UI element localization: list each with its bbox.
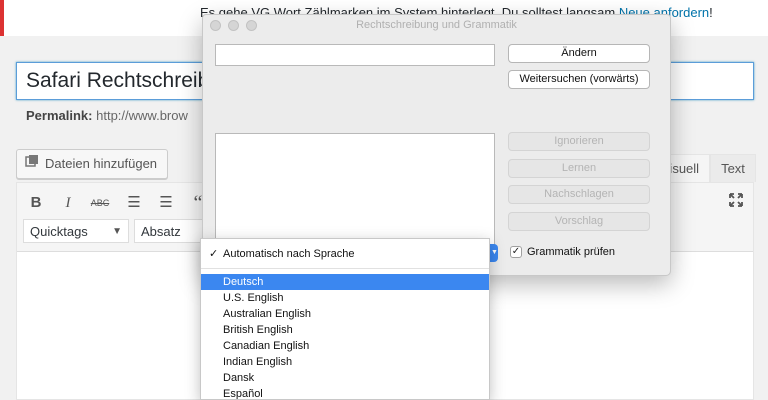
find-next-button[interactable]: Weitersuchen (vorwärts) <box>508 70 650 89</box>
panel-title: Rechtschreibung und Grammatik <box>356 19 517 31</box>
menu-item-automatic[interactable]: ✓ Automatisch nach Sprache <box>201 246 489 262</box>
permalink-label: Permalink: <box>26 108 93 123</box>
add-media-button[interactable]: Dateien hinzufügen <box>16 149 169 179</box>
checkmark-icon: ✓ <box>209 248 219 260</box>
menu-item-australian-english[interactable]: Australian English <box>201 306 489 322</box>
menu-item-indian-english[interactable]: Indian English <box>201 354 489 370</box>
change-button[interactable]: Ändern <box>508 44 650 63</box>
grammar-checkbox[interactable]: ✓ Grammatik prüfen <box>510 246 615 258</box>
media-icon <box>25 150 39 178</box>
chevron-down-icon: ▼ <box>112 226 122 237</box>
menu-item-deutsch[interactable]: Deutsch <box>201 274 489 290</box>
menu-item-canadian-english[interactable]: Canadian English <box>201 338 489 354</box>
learn-button[interactable]: Lernen <box>508 159 650 178</box>
suggestions-list[interactable] <box>215 133 495 249</box>
bold-icon[interactable]: B <box>25 192 47 214</box>
bullet-list-icon[interactable]: ☰ <box>123 192 145 214</box>
menu-item-us-english[interactable]: U.S. English <box>201 290 489 306</box>
numbered-list-icon[interactable]: ☰ <box>155 192 177 214</box>
lookup-button[interactable]: Nachschlagen <box>508 185 650 204</box>
tab-text[interactable]: Text <box>710 154 756 182</box>
grammar-label: Grammatik prüfen <box>527 246 616 258</box>
permalink: Permalink: http://www.brow <box>26 108 188 123</box>
menu-item-espanol[interactable]: Español <box>201 386 489 399</box>
ignore-button[interactable]: Ignorieren <box>508 132 650 151</box>
menu-item-dansk[interactable]: Dansk <box>201 370 489 386</box>
word-input[interactable] <box>215 44 495 66</box>
fullscreen-icon[interactable] <box>729 193 743 212</box>
italic-icon[interactable]: I <box>57 192 79 214</box>
menu-item-british-english[interactable]: British English <box>201 322 489 338</box>
panel-titlebar[interactable]: Rechtschreibung und Grammatik <box>203 15 670 37</box>
menu-separator <box>201 268 489 269</box>
language-menu: ✓ Automatisch nach Sprache Deutsch U.S. … <box>200 238 490 400</box>
quicktags-select[interactable]: Quicktags ▼ <box>23 219 129 243</box>
add-media-label: Dateien hinzufügen <box>45 156 158 171</box>
strikethrough-icon[interactable]: ABC <box>89 192 111 214</box>
permalink-url[interactable]: http://www.brow <box>96 108 188 123</box>
checkbox-checked-icon: ✓ <box>510 246 522 258</box>
guess-button[interactable]: Vorschlag <box>508 212 650 231</box>
spelling-grammar-panel: Rechtschreibung und Grammatik Ändern Wei… <box>202 14 671 276</box>
